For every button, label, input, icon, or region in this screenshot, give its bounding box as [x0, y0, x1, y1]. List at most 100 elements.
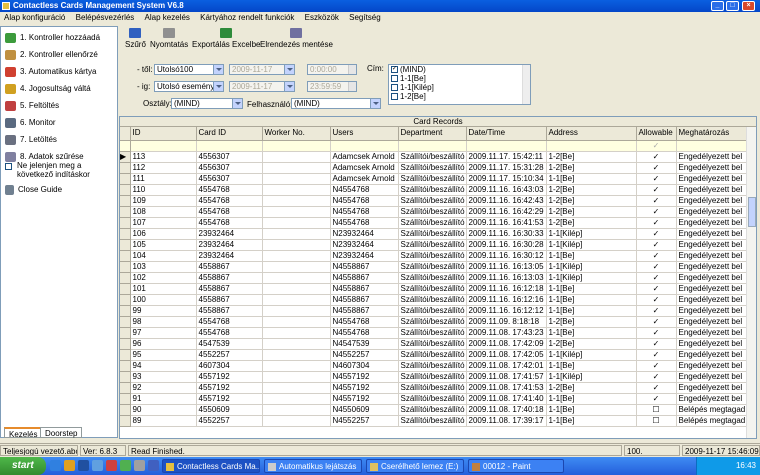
cell-department[interactable]: Szállítói/beszállító [398, 162, 467, 174]
cell-id[interactable]: 97 [130, 327, 197, 339]
tab-kezeles[interactable]: Kezelés [4, 427, 43, 439]
cell-meghatarozas[interactable]: Engedélyezett bel [676, 217, 747, 229]
cell-card-id[interactable]: 4554768 [196, 316, 263, 328]
cell-users[interactable]: N4554768 [330, 316, 399, 328]
cell-worker-no[interactable] [262, 393, 331, 405]
cell-worker-no[interactable] [262, 404, 331, 416]
cell-department[interactable]: Szállítói/beszállító [398, 184, 467, 196]
start-button[interactable]: start [0, 457, 46, 475]
table-row[interactable]: 110 4554768 N4554768 Szállítói/beszállító 20… [120, 184, 747, 196]
cell-datetime[interactable]: 2009.11.08. 17:39:17 [466, 415, 547, 427]
cell-card-id[interactable]: 4547539 [196, 338, 263, 350]
cell-id[interactable]: 99 [130, 305, 197, 317]
cell-datetime[interactable]: 2009.11.08. 17:40:18 [466, 404, 547, 416]
cell-id[interactable]: 95 [130, 349, 197, 361]
cell-card-id[interactable]: 4556307 [196, 162, 263, 174]
task-removable-disk[interactable]: Cserélhető lemez (E:) [366, 459, 464, 473]
table-row[interactable]: ▶ 113 4556307 Adamcsek Arnold Szállítói/besz… [120, 151, 747, 163]
cell-users[interactable]: N23932464 [330, 239, 399, 251]
cell-department[interactable]: Szállítói/beszállító [398, 393, 467, 405]
cell-address[interactable]: 1-1[Be] [546, 360, 637, 372]
cell-card-id[interactable]: 4557192 [196, 371, 263, 383]
cell-id[interactable]: 98 [130, 316, 197, 328]
table-row[interactable]: 107 4554768 N4554768 Szállítói/beszállító 20… [120, 217, 747, 229]
cell-worker-no[interactable] [262, 239, 331, 251]
cell-card-id[interactable]: 4558867 [196, 283, 263, 295]
cell-address[interactable]: 1-1[Be] [546, 294, 637, 306]
col-worker-no[interactable]: Worker No. [262, 127, 331, 141]
app-icon[interactable] [134, 460, 145, 471]
table-row[interactable]: 89 4552257 N4552257 Szállítói/beszállító 200… [120, 415, 747, 427]
cell-datetime[interactable]: 2009.11.16. 16:30:12 [466, 250, 547, 262]
dont-show-checkbox[interactable] [5, 163, 12, 170]
close-button[interactable]: × [742, 1, 755, 11]
cell-meghatarozas[interactable]: Engedélyezett bel [676, 393, 747, 405]
cell-allowable[interactable]: ✓ [636, 250, 677, 262]
cell-id[interactable]: 111 [130, 173, 197, 185]
table-row[interactable]: 106 23932464 N23932464 Szállítói/beszállító… [120, 228, 747, 240]
cell-address[interactable]: 1-1[Be] [546, 250, 637, 262]
cell-address[interactable]: 1-2[Be] [546, 338, 637, 350]
app-icon[interactable] [120, 460, 131, 471]
cell-allowable[interactable]: ✓ [636, 327, 677, 339]
cell-meghatarozas[interactable]: Engedélyezett bel [676, 250, 747, 262]
cell-meghatarozas[interactable]: Engedélyezett bel [676, 272, 747, 284]
cell-users[interactable]: N4552257 [330, 415, 399, 427]
cell-card-id[interactable]: 4558867 [196, 305, 263, 317]
cell-meghatarozas[interactable]: Engedélyezett bel [676, 184, 747, 196]
cell-address[interactable]: 1-1[Kilép] [546, 228, 637, 240]
minimize-button[interactable]: _ [711, 1, 724, 11]
filter-row[interactable]: ✓ [120, 140, 747, 152]
cell-allowable[interactable]: ✓ [636, 151, 677, 163]
cell-allowable[interactable]: ✓ [636, 261, 677, 273]
cell-worker-no[interactable] [262, 316, 331, 328]
cell-department[interactable]: Szállítói/beszállító [398, 360, 467, 372]
cell-address[interactable]: 1-2[Be] [546, 162, 637, 174]
cell-meghatarozas[interactable]: Engedélyezett bel [676, 349, 747, 361]
cell-allowable[interactable]: ✓ [636, 239, 677, 251]
cell-datetime[interactable]: 2009.11.09. 8:18:18 [466, 316, 547, 328]
cell-address[interactable]: 1-1[Kilép] [546, 239, 637, 251]
cell-meghatarozas[interactable]: Engedélyezett bel [676, 239, 747, 251]
cell-allowable[interactable]: ✓ [636, 195, 677, 207]
col-allowable[interactable]: Allowable [636, 127, 677, 141]
to-time-input[interactable]: 23:59:59 [307, 81, 357, 92]
cell-datetime[interactable]: 2009.11.17. 15:31:28 [466, 162, 547, 174]
cell-allowable[interactable]: ✓ [636, 338, 677, 350]
cell-id[interactable]: 109 [130, 195, 197, 207]
cell-meghatarozas[interactable]: Engedélyezett bel [676, 316, 747, 328]
table-row[interactable]: 99 4558867 N4558867 Szállítói/beszállító 200… [120, 305, 747, 317]
cell-users[interactable]: N23932464 [330, 250, 399, 262]
cell-address[interactable]: 1-2[Be] [546, 151, 637, 163]
cell-card-id[interactable]: 4556307 [196, 173, 263, 185]
cell-users[interactable]: N4558867 [330, 305, 399, 317]
cell-id[interactable]: 105 [130, 239, 197, 251]
cell-department[interactable]: Szállítói/beszállító [398, 349, 467, 361]
address-option[interactable]: 1-1[Be] [389, 74, 530, 83]
cell-card-id[interactable]: 4607304 [196, 360, 263, 372]
user-select[interactable]: (MIND) [291, 98, 381, 109]
cell-card-id[interactable]: 4554768 [196, 327, 263, 339]
dont-show-option[interactable]: Ne jelenjen meg a következő indításkor [5, 161, 115, 181]
cell-department[interactable]: Szállítói/beszállító [398, 173, 467, 185]
cell-worker-no[interactable] [262, 250, 331, 262]
cell-allowable[interactable]: ✓ [636, 294, 677, 306]
cell-meghatarozas[interactable]: Engedélyezett bel [676, 151, 747, 163]
cell-address[interactable]: 1-2[Be] [546, 316, 637, 328]
cell-users[interactable]: Adamcsek Arnold [330, 151, 399, 163]
print-button[interactable]: Nyomtatás [150, 27, 188, 55]
cell-id[interactable]: 113 [130, 151, 197, 163]
cell-datetime[interactable]: 2009.11.16. 16:43:03 [466, 184, 547, 196]
cell-worker-no[interactable] [262, 206, 331, 218]
cell-id[interactable]: 93 [130, 371, 197, 383]
cell-card-id[interactable]: 4552257 [196, 415, 263, 427]
cell-meghatarozas[interactable]: Engedélyezett bel [676, 261, 747, 273]
cell-address[interactable]: 1-2[Be] [546, 184, 637, 196]
cell-meghatarozas[interactable]: Engedélyezett bel [676, 360, 747, 372]
col-card-id[interactable]: Card ID [196, 127, 263, 141]
cell-id[interactable]: 106 [130, 228, 197, 240]
cell-users[interactable]: N4557192 [330, 371, 399, 383]
cell-allowable[interactable]: ✓ [636, 371, 677, 383]
table-row[interactable]: 97 4554768 N4554768 Szállítói/beszállító 200… [120, 327, 747, 339]
sidebar-item-auto-card[interactable]: 3. Automatikus kártya [5, 65, 117, 79]
